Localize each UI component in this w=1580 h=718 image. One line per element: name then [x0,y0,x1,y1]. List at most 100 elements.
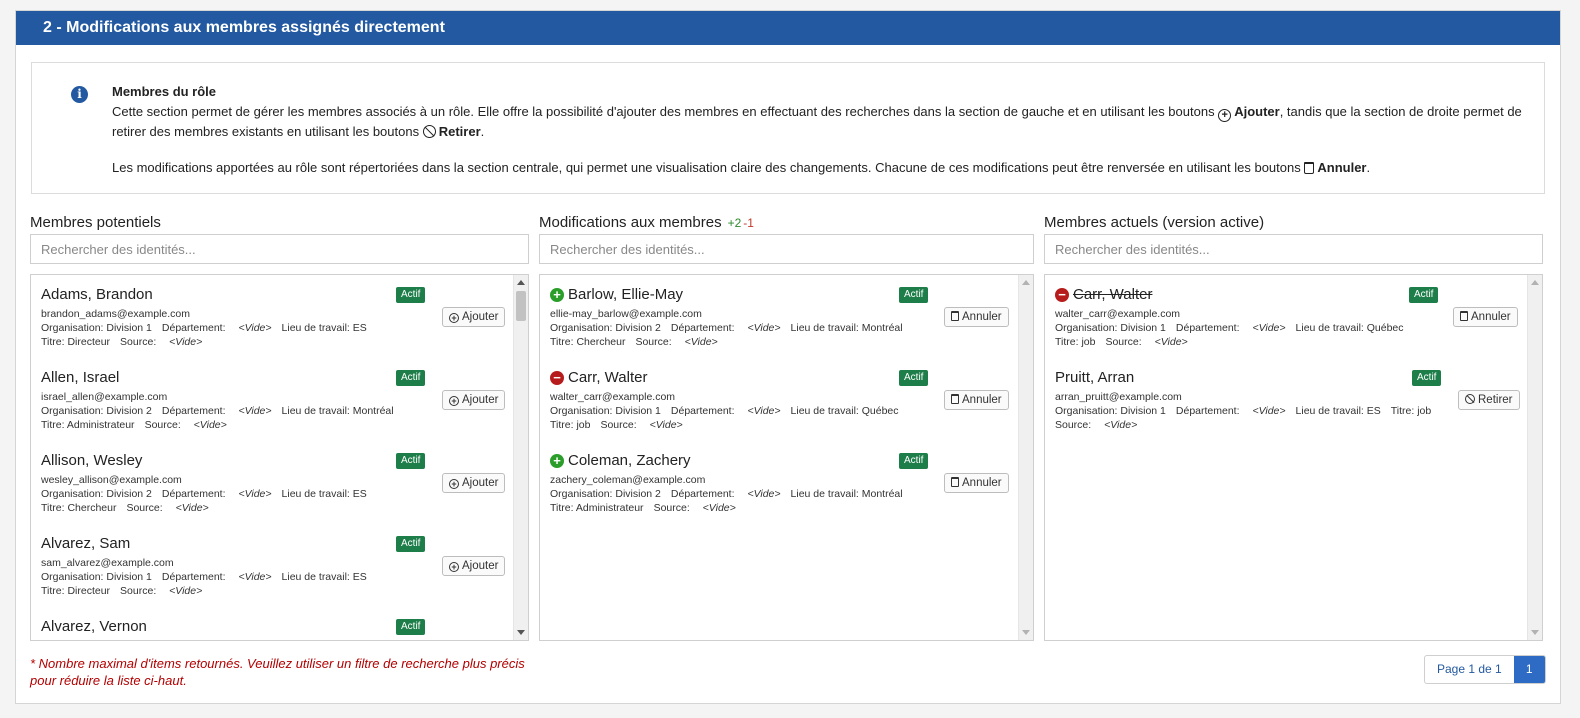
removed-count: -1 [743,216,754,230]
status-badge: Actif [396,287,426,303]
info-paragraph-1: Cette section permet de gérer les membre… [112,104,1522,139]
cancel-button[interactable]: Annuler [944,390,1009,410]
member-meta: Source: <Vide> [1055,419,1138,431]
changes-title: Modifications aux membres +2 -1 [539,214,754,231]
member-name: Allison, Wesley [41,452,143,469]
current-search-input[interactable] [1044,234,1543,264]
member-name: Carr, Walter [568,369,648,386]
list-item: Pruitt, Arran Actif arran_pruitt@example… [1045,358,1542,441]
member-email: israel_allen@example.com [41,391,168,403]
add-button[interactable]: + Ajouter [442,307,506,327]
member-email: brandon_adams@example.com [41,308,190,320]
ban-icon [1465,394,1475,404]
member-meta: Organisation: Division 1 Département: <Vi… [41,571,367,583]
member-email: zachery_coleman@example.com [550,474,706,486]
member-meta: Organisation: Division 2 Département: <Vi… [550,488,903,500]
member-name: Barlow, Ellie-May [568,286,684,303]
scrollbar[interactable] [1527,275,1542,640]
list-item: + Barlow, Ellie-May Actif ellie-may_barl… [540,275,1033,358]
status-badge: Actif [1412,370,1442,386]
list-item: Allen, Israel Actif israel_allen@example… [31,358,528,441]
scroll-down-icon[interactable] [517,630,525,635]
list-item: − Carr, Walter Actif walter_carr@example… [1045,275,1542,358]
scroll-up-icon[interactable] [1531,280,1539,285]
changes-search-input[interactable] [539,234,1034,264]
pagination: Page 1 de 1 1 [1424,655,1546,684]
section-title: 2 - Modifications aux membres assignés d… [16,11,1560,45]
list-item: Alvarez, Vernon Actif [31,607,528,640]
member-name: Alvarez, Sam [41,535,131,552]
member-meta: Organisation: Division 2 Département: <Vi… [41,488,367,500]
info-circle-icon: i [71,86,88,103]
plus-circle-icon: + [449,313,459,323]
add-button[interactable]: + Ajouter [442,556,506,576]
list-item: − Carr, Walter Actif walter_carr@example… [540,358,1033,441]
page-label: Page 1 de 1 [1437,662,1502,676]
scroll-down-icon[interactable] [1531,630,1539,635]
current-members-list[interactable]: − Carr, Walter Actif walter_carr@example… [1044,274,1543,641]
remove-button[interactable]: Retirer [1458,390,1520,410]
plus-circle-icon: + [550,288,564,302]
minus-circle-icon: − [1055,288,1069,302]
member-name: Pruitt, Arran [1055,369,1135,386]
changes-list[interactable]: + Barlow, Ellie-May Actif ellie-may_barl… [539,274,1034,641]
scrollbar[interactable] [1018,275,1033,640]
info-box: i Membres du rôle Cette section permet d… [31,62,1545,194]
scroll-thumb[interactable] [516,291,526,321]
plus-circle-icon: + [550,454,564,468]
add-button[interactable]: + Ajouter [442,473,506,493]
plus-circle-icon: + [449,396,459,406]
member-name: Alvarez, Vernon [41,618,147,635]
potential-members-list[interactable]: Adams, Brandon Actif brandon_adams@examp… [30,274,529,641]
list-item: Allison, Wesley Actif wesley_allison@exa… [31,441,528,524]
added-count: +2 [727,216,742,230]
member-meta: Titre: Administrateur Source: <Vide> [550,502,736,514]
member-meta: Organisation: Division 2 Département: <Vi… [41,405,394,417]
cancel-button[interactable]: Annuler [944,307,1009,327]
status-badge: Actif [899,453,929,469]
member-meta: Organisation: Division 1 Département: <Vi… [1055,322,1404,334]
member-meta: Organisation: Division 1 Département: <Vi… [41,322,367,334]
member-meta: Titre: Chercheur Source: <Vide> [41,502,209,514]
member-meta: Titre: Administrateur Source: <Vide> [41,419,227,431]
status-badge: Actif [396,370,426,386]
page-1-button[interactable]: 1 [1513,656,1545,683]
scroll-down-icon[interactable] [1022,630,1030,635]
member-email: arran_pruitt@example.com [1055,391,1182,403]
scroll-up-icon[interactable] [1022,280,1030,285]
member-email: wesley_allison@example.com [41,474,182,486]
member-name: Adams, Brandon [41,286,153,303]
trash-icon [1304,162,1315,174]
trash-icon [951,311,959,321]
member-meta: Titre: Directeur Source: <Vide> [41,336,203,348]
member-meta: Titre: Chercheur Source: <Vide> [550,336,718,348]
member-meta: Organisation: Division 2 Département: <Vi… [550,322,903,334]
plus-circle-icon: + [449,562,459,572]
plus-circle-icon: + [1218,109,1232,122]
list-item: Alvarez, Sam Actif sam_alvarez@example.c… [31,524,528,607]
status-badge: Actif [899,287,929,303]
potential-search-input[interactable] [30,234,529,264]
scroll-up-icon[interactable] [517,280,525,285]
trash-icon [951,394,959,404]
member-name: Carr, Walter [1073,286,1153,303]
info-title: Membres du rôle [112,84,217,99]
list-item: + Coleman, Zachery Actif zachery_coleman… [540,441,1033,524]
member-meta: Titre: job Source: <Vide> [1055,336,1188,348]
potential-members-title: Membres potentiels [30,214,161,231]
member-email: ellie-may_barlow@example.com [550,308,702,320]
add-button[interactable]: + Ajouter [442,390,506,410]
member-meta: Organisation: Division 1 Département: <Vi… [550,405,899,417]
member-email: walter_carr@example.com [550,391,676,403]
cancel-button[interactable]: Annuler [1453,307,1518,327]
info-paragraph-2: Les modifications apportées au rôle sont… [112,160,1371,175]
cancel-button[interactable]: Annuler [944,473,1009,493]
list-item: Adams, Brandon Actif brandon_adams@examp… [31,275,528,358]
member-name: Coleman, Zachery [568,452,691,469]
max-items-note: * Nombre maximal d'items retournés. Veui… [30,656,525,688]
scrollbar[interactable] [513,275,528,640]
status-badge: Actif [396,536,426,552]
plus-circle-icon: + [449,479,459,489]
minus-circle-icon: − [550,371,564,385]
status-badge: Actif [396,453,426,469]
